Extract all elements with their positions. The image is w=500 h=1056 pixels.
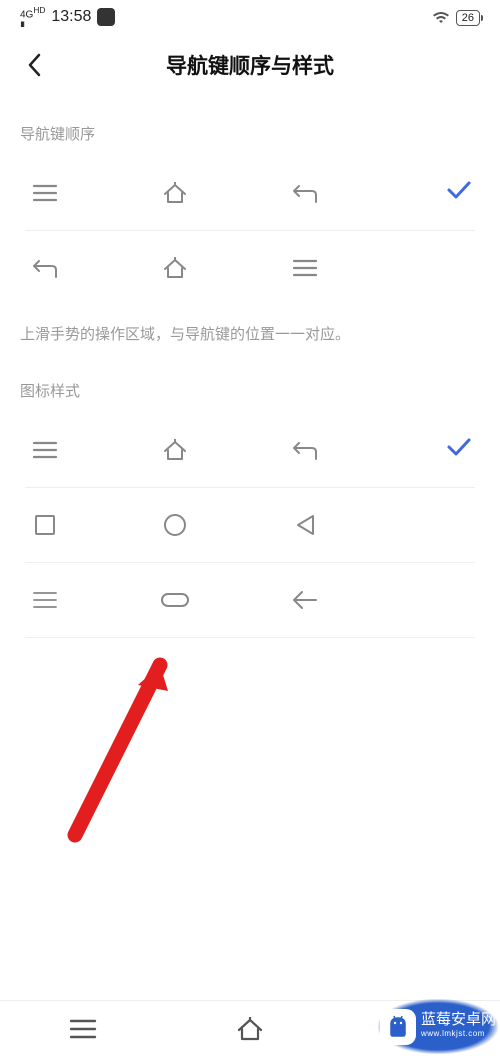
- icon-group: [30, 585, 470, 615]
- menu-lines-thin-icon: [30, 585, 60, 615]
- menu-lines-icon: [290, 253, 320, 283]
- back-arrow-box-icon: [290, 435, 320, 465]
- clock: 13:58: [51, 8, 91, 26]
- network-indicator: 4GHDıııı: [20, 6, 45, 28]
- order-option-1[interactable]: [0, 156, 500, 230]
- section-label-style: 图标样式: [0, 352, 500, 413]
- chevron-left-icon: [27, 53, 41, 77]
- arrow-annotation: [60, 655, 190, 845]
- menu-lines-icon: [30, 178, 60, 208]
- divider: [25, 637, 475, 638]
- icon-group: [30, 253, 470, 283]
- order-option-2[interactable]: [0, 231, 500, 305]
- watermark-text: 蓝莓安卓网 www.lmkjst.com: [421, 1013, 496, 1041]
- nav-home-button[interactable]: [235, 1014, 265, 1044]
- check-icon: [446, 180, 472, 206]
- style-option-1[interactable]: [0, 413, 500, 487]
- back-arrow-box-icon: [290, 178, 320, 208]
- arrow-left-icon: [290, 585, 320, 615]
- page-title: 导航键顺序与样式: [166, 50, 334, 80]
- header: 导航键顺序与样式: [0, 35, 500, 95]
- section-label-order: 导航键顺序: [0, 95, 500, 156]
- status-bar: 4GHDıııı 13:58 26: [0, 0, 500, 35]
- icon-group: [30, 435, 470, 465]
- menu-lines-icon: [30, 435, 60, 465]
- home-house-icon: [160, 253, 190, 283]
- watermark: 蓝莓安卓网 www.lmkjst.com: [378, 999, 498, 1054]
- status-left: 4GHDıııı 13:58: [20, 6, 115, 28]
- wifi-icon: [432, 11, 450, 25]
- nav-menu-button[interactable]: [68, 1014, 98, 1044]
- back-button[interactable]: [20, 51, 48, 79]
- battery-indicator: 26: [456, 10, 480, 26]
- style-option-2[interactable]: [0, 488, 500, 562]
- home-house-icon: [160, 435, 190, 465]
- app-icon: [97, 8, 115, 26]
- icon-group: [30, 178, 470, 208]
- circle-icon: [160, 510, 190, 540]
- style-option-3[interactable]: [0, 563, 500, 637]
- back-arrow-box-icon: [30, 253, 60, 283]
- triangle-left-icon: [290, 510, 320, 540]
- hint-text: 上滑手势的操作区域，与导航键的位置一一对应。: [0, 305, 500, 352]
- status-right: 26: [432, 10, 480, 26]
- check-icon: [446, 437, 472, 463]
- android-icon: [380, 1009, 416, 1045]
- square-icon: [30, 510, 60, 540]
- home-house-icon: [160, 178, 190, 208]
- icon-group: [30, 510, 470, 540]
- pill-icon: [160, 585, 190, 615]
